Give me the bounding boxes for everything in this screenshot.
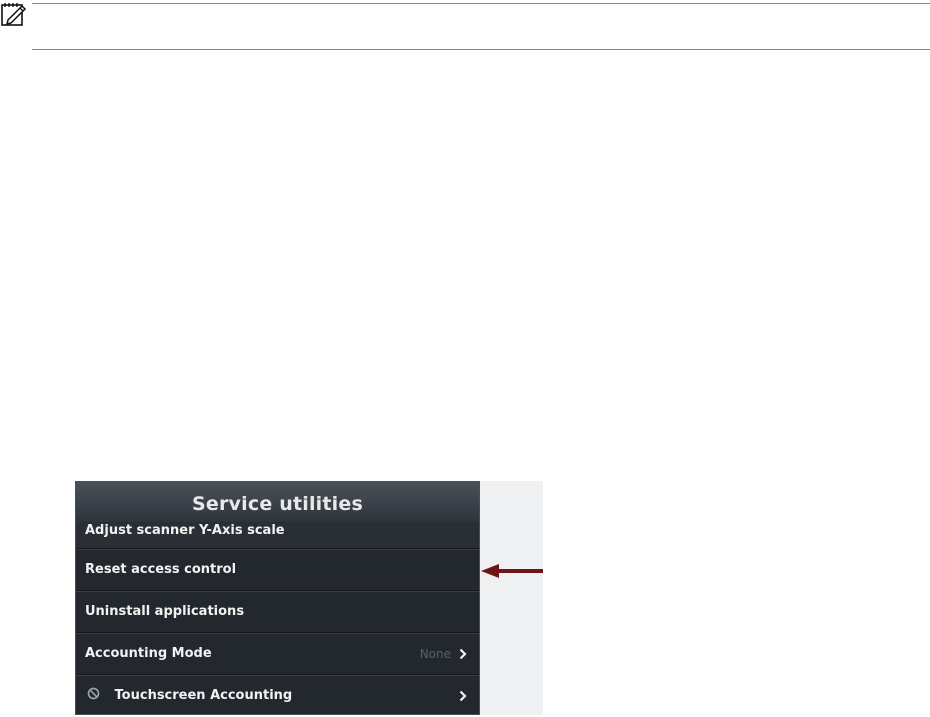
chevron-right-icon bbox=[459, 648, 467, 660]
disabled-icon bbox=[87, 687, 100, 700]
accounting-mode-value: None bbox=[419, 647, 451, 661]
note-rule-top bbox=[32, 3, 930, 4]
menu-item-uninstall-applications[interactable]: Uninstall applications bbox=[76, 590, 479, 632]
menu-item-touchscreen-accounting[interactable]: Touchscreen Accounting bbox=[76, 674, 479, 716]
arrow-left-icon bbox=[481, 564, 543, 578]
panel-title: Service utilities bbox=[76, 482, 479, 522]
menu-item-label: Adjust scanner Y-Axis scale bbox=[85, 523, 285, 538]
menu-item-label: Touchscreen Accounting bbox=[114, 688, 293, 703]
menu-item-label: Reset access control bbox=[85, 562, 237, 577]
menu-item-label: Uninstall applications bbox=[85, 604, 245, 619]
menu-item-reset-access-control[interactable]: Reset access control bbox=[76, 548, 479, 590]
service-utilities-panel: Service utilities Adjust scanner Y-Axis … bbox=[75, 481, 480, 715]
menu-item-accounting-mode[interactable]: Accounting Mode None bbox=[76, 632, 479, 674]
note-section bbox=[0, 0, 930, 52]
note-pencil-icon bbox=[1, 3, 27, 26]
menu-item-adjust-scanner[interactable]: Adjust scanner Y-Axis scale bbox=[76, 522, 479, 548]
panel-screenshot: Service utilities Adjust scanner Y-Axis … bbox=[75, 481, 543, 715]
chevron-right-icon bbox=[459, 690, 467, 702]
menu-item-label: Accounting Mode bbox=[85, 646, 212, 661]
note-rule-bottom bbox=[32, 49, 930, 50]
